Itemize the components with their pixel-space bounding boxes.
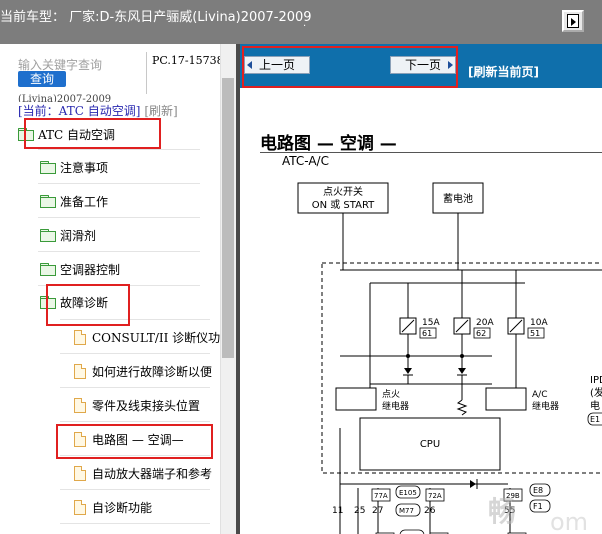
connector-label: 72A	[428, 492, 442, 500]
current-section: [当前：ATC 自动空调] [刷新]	[18, 102, 178, 119]
row-divider	[38, 183, 200, 184]
highlight-box	[24, 118, 161, 149]
connector-label: 77A	[374, 492, 388, 500]
row-divider	[60, 421, 210, 422]
document-icon	[74, 330, 86, 345]
sidebar: 查询 PC.17-15738 (Livina)2007-2009 [当前：ATC…	[0, 44, 236, 534]
folder-icon	[40, 195, 56, 208]
document-icon	[74, 364, 86, 379]
folder-icon	[40, 161, 56, 174]
document-icon	[74, 500, 86, 515]
watermark: 畅	[488, 495, 517, 528]
row-divider	[38, 251, 200, 252]
refresh-link[interactable]: [刷新]	[144, 104, 177, 118]
row-divider	[60, 523, 210, 524]
search-button[interactable]: 查询	[18, 71, 66, 87]
tree-item-how-to-diagnose[interactable]: 如何进行故障诊断以便	[74, 361, 220, 381]
connector-label: F1	[533, 502, 543, 511]
divider	[146, 52, 147, 94]
tree-item-self-diagnosis[interactable]: 自诊断功能	[74, 497, 220, 517]
tree-item-lubricant[interactable]: 润滑剂	[40, 225, 220, 245]
folder-icon	[40, 263, 56, 276]
document-icon	[74, 398, 86, 413]
tree-item-precautions[interactable]: 注意事项	[40, 157, 220, 177]
tree-item-ac-control[interactable]: 空调器控制	[40, 259, 220, 279]
highlight-box	[56, 424, 213, 459]
breadcrumb: (Livina)2007-2009	[18, 94, 112, 102]
row-divider	[38, 217, 200, 218]
row-divider	[60, 387, 210, 388]
tree-item-preparation[interactable]: 准备工作	[40, 191, 220, 211]
tree-item-component-location[interactable]: 零件及线束接头位置	[74, 395, 220, 415]
row-divider	[60, 489, 210, 490]
watermark: om	[550, 508, 589, 534]
row-divider	[38, 149, 200, 150]
connector-label: M77	[399, 507, 414, 515]
folder-icon	[40, 229, 56, 242]
document-icon	[74, 466, 86, 481]
tree-item-consult[interactable]: CONSULT/II 诊断仪功能	[74, 327, 220, 347]
highlight-box	[46, 284, 130, 326]
connector-overlay: 77A E105 72A M77 29B E8 F1	[371, 483, 551, 517]
connector-label: E105	[399, 489, 417, 497]
current-label: [当前：ATC 自动空调]	[18, 104, 141, 118]
connector-label: E8	[533, 486, 543, 495]
tree-item-amp-terminals[interactable]: 自动放大器端子和参考	[74, 463, 220, 483]
row-divider	[60, 353, 210, 354]
pc-code: PC.17-15738	[152, 54, 224, 67]
sidebar-scroll-thumb[interactable]	[222, 78, 234, 358]
